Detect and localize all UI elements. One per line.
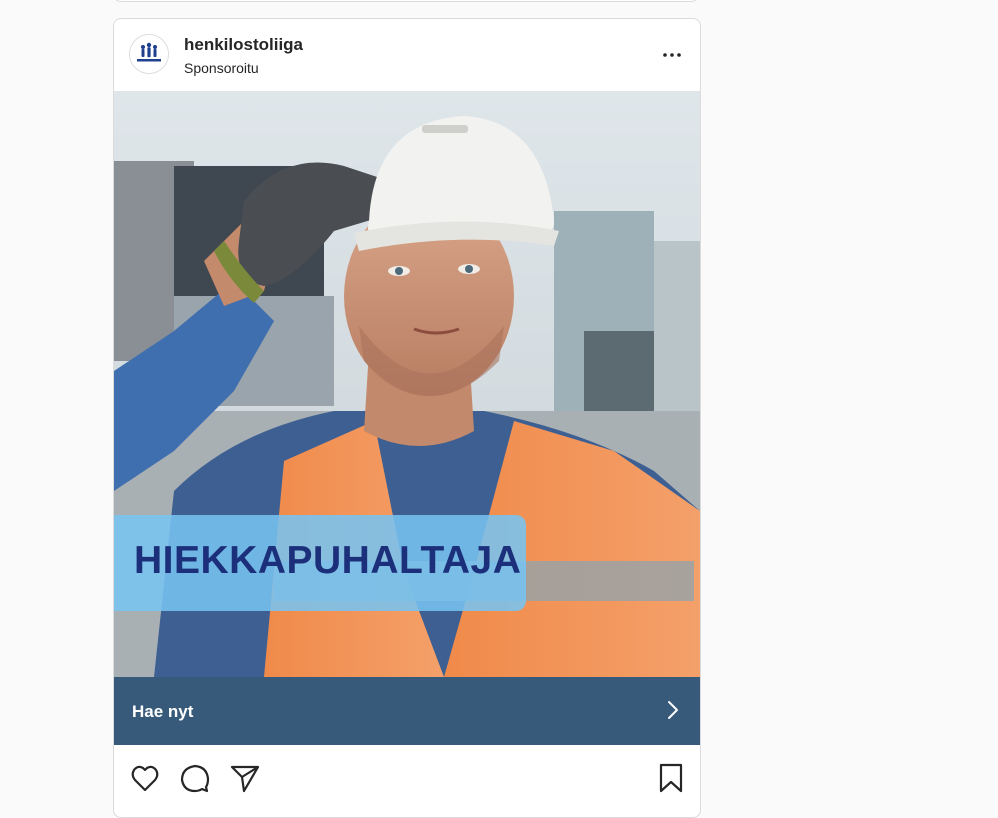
job-title-banner: HIEKKAPUHALTAJA [114, 515, 526, 611]
job-title: HIEKKAPUHALTAJA [134, 539, 522, 582]
comment-icon[interactable] [180, 763, 210, 793]
bookmark-icon[interactable] [656, 763, 686, 793]
cta-label: Hae nyt [132, 702, 194, 721]
avatar[interactable] [129, 34, 169, 74]
sponsored-post: henkilostoliiga Sponsoroitu HIEKKAPUHALT… [113, 18, 701, 818]
heart-icon[interactable] [130, 763, 160, 793]
previous-post-card-edge [113, 0, 699, 2]
apply-now-button[interactable]: Hae nyt [114, 677, 700, 745]
post-header: henkilostoliiga Sponsoroitu [114, 19, 700, 91]
henkilostoliiga-logo [130, 35, 168, 73]
post-actions [114, 745, 700, 805]
send-icon[interactable] [230, 763, 260, 793]
more-options-icon[interactable] [660, 43, 684, 67]
chevron-right-icon [666, 699, 680, 721]
post-media[interactable]: HIEKKAPUHALTAJA [114, 91, 700, 677]
sponsored-label: Sponsoroitu [184, 60, 259, 76]
post-username[interactable]: henkilostoliiga [184, 35, 303, 55]
